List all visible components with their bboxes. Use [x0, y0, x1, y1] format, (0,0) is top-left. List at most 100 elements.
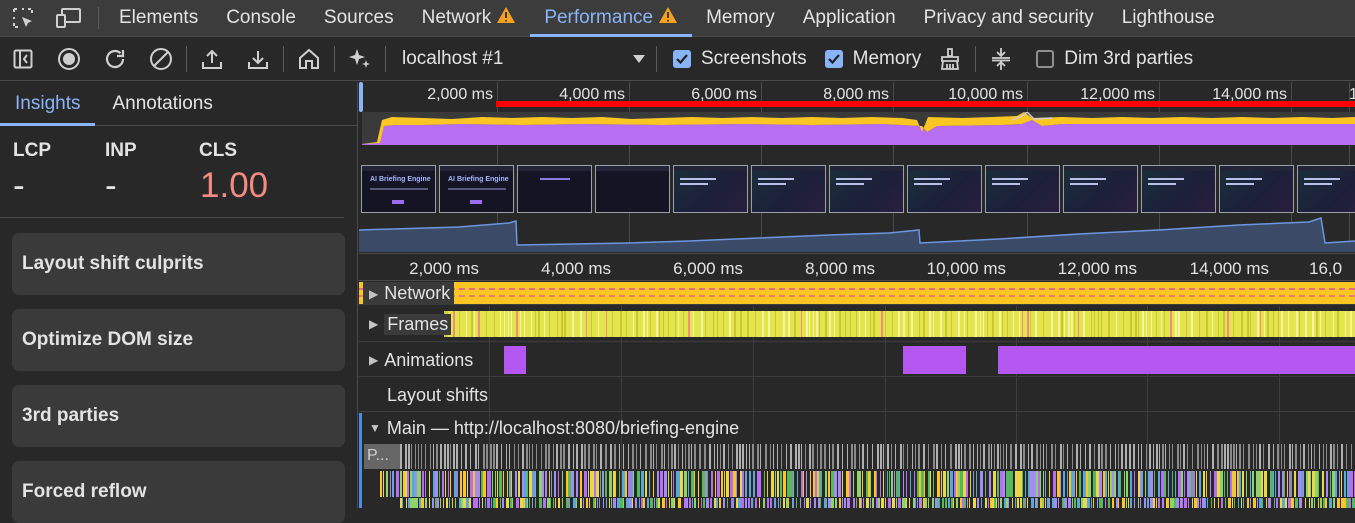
- flame-block: [828, 471, 830, 497]
- tab-console[interactable]: Console: [212, 0, 310, 36]
- cpu-chart[interactable]: [362, 110, 1355, 145]
- frames-bar[interactable]: [444, 311, 1355, 337]
- tab-privacy-and-security[interactable]: Privacy and security: [910, 0, 1108, 36]
- home-button[interactable]: [286, 38, 332, 81]
- animation-bar[interactable]: [504, 346, 526, 374]
- frame-marker: [471, 311, 473, 337]
- record-button[interactable]: [46, 38, 92, 81]
- inspect-element-icon[interactable]: [0, 0, 46, 36]
- screenshot-thumbnail[interactable]: [985, 165, 1060, 213]
- time-ruler[interactable]: 2,000 ms 4,000 ms 6,000 ms 8,000 ms 10,000 m…: [359, 253, 1355, 281]
- thumbnail-header: [440, 166, 513, 171]
- flame-block: [1154, 471, 1155, 497]
- flame-block: [650, 498, 653, 508]
- flame-block: [1102, 498, 1103, 508]
- flame-block: [439, 471, 440, 497]
- garbage-collect-button[interactable]: [927, 38, 973, 81]
- screenshot-thumbnail[interactable]: [751, 165, 826, 213]
- animations-track-header[interactable]: ▶ Animations: [369, 343, 473, 377]
- memory-checkbox[interactable]: Memory: [824, 48, 921, 70]
- task-label-block[interactable]: P...: [364, 444, 400, 469]
- flame-block: [583, 498, 584, 508]
- screenshot-thumbnail[interactable]: [1063, 165, 1138, 213]
- flame-block: [777, 471, 779, 497]
- checkbox-checked-icon[interactable]: [673, 50, 691, 68]
- frame-marker: [845, 311, 846, 337]
- frame-marker: [557, 311, 558, 337]
- overview-time-ticks: 2,000 ms 4,000 ms 6,000 ms 8,000 ms 10,000 m…: [359, 82, 1355, 112]
- tab-application[interactable]: Application: [789, 0, 910, 36]
- device-toolbar-icon[interactable]: [46, 0, 92, 36]
- tab-memory[interactable]: Memory: [692, 0, 789, 36]
- flame-block: [694, 471, 695, 497]
- checkbox-unchecked-icon[interactable]: [1036, 50, 1055, 68]
- tab-insights[interactable]: Insights: [0, 82, 96, 126]
- insight-optimize-dom-size[interactable]: Optimize DOM size: [12, 309, 345, 371]
- screenshot-thumbnail[interactable]: [829, 165, 904, 213]
- collapse-tracks-button[interactable]: [978, 38, 1024, 81]
- animation-bar[interactable]: [903, 346, 966, 374]
- tab-network[interactable]: Network: [408, 0, 531, 36]
- main-thread-header[interactable]: ▼ Main — http://localhost:8080/briefing-…: [359, 413, 1355, 443]
- memory-chart[interactable]: [359, 216, 1355, 252]
- frame-marker: [1135, 311, 1137, 337]
- tab-lighthouse[interactable]: Lighthouse: [1108, 0, 1229, 36]
- tab-sources[interactable]: Sources: [310, 0, 408, 36]
- flame-block: [773, 471, 774, 497]
- screenshot-thumbnail[interactable]: [907, 165, 982, 213]
- screenshot-thumbnail[interactable]: AI Briefing Engine: [361, 165, 436, 213]
- insight-forced-reflow[interactable]: Forced reflow: [12, 461, 345, 523]
- task-block: [556, 444, 558, 469]
- target-select[interactable]: localhost #1: [392, 38, 654, 81]
- checkbox-checked-icon[interactable]: [824, 50, 843, 68]
- screenshot-thumbnail[interactable]: [1141, 165, 1216, 213]
- flame-block: [1162, 498, 1164, 508]
- screenshot-thumbnail[interactable]: AI Briefing Engine: [439, 165, 514, 213]
- task-block: [619, 444, 620, 469]
- toggle-sidebar-button[interactable]: [0, 38, 46, 81]
- layout-shifts-track[interactable]: Layout shifts: [359, 378, 1355, 412]
- upload-profile-button[interactable]: [189, 38, 235, 81]
- main-thread-flame-chart-depth[interactable]: [400, 498, 1355, 508]
- cls-value[interactable]: 1.00: [200, 166, 268, 206]
- flame-block: [435, 471, 438, 497]
- flame-block: [1114, 471, 1116, 497]
- task-block: [736, 444, 738, 469]
- clear-button[interactable]: [138, 38, 184, 81]
- tab-elements[interactable]: Elements: [105, 0, 212, 36]
- task-block: [532, 444, 533, 469]
- frame-marker: [775, 311, 776, 337]
- task-block: [1207, 444, 1208, 469]
- flame-block: [543, 498, 546, 508]
- insight-layout-shift-culprits[interactable]: Layout shift culprits: [12, 233, 345, 295]
- tab-annotations[interactable]: Annotations: [95, 82, 227, 125]
- tab-performance[interactable]: Performance: [530, 0, 692, 37]
- screenshot-thumbnail[interactable]: [1219, 165, 1294, 213]
- insight-3rd-parties[interactable]: 3rd parties: [12, 385, 345, 447]
- network-track-header[interactable]: ▶ Network: [363, 282, 455, 305]
- screenshot-thumbnail[interactable]: [595, 165, 670, 213]
- flame-block: [749, 471, 751, 497]
- main-thread-title[interactable]: ▼ Main — http://localhost:8080/briefing-…: [369, 413, 739, 443]
- main-thread-tasks[interactable]: [400, 444, 1355, 469]
- network-track[interactable]: ▶ Network: [359, 282, 1355, 305]
- screenshot-thumbnail[interactable]: [673, 165, 748, 213]
- animations-track[interactable]: ▶ Animations: [359, 343, 1355, 377]
- animation-bar[interactable]: [998, 346, 1355, 374]
- flame-block: [997, 471, 999, 497]
- frames-track-header[interactable]: ▶ Frames: [369, 306, 452, 342]
- frames-track[interactable]: ▶ Frames: [359, 306, 1355, 342]
- flame-block: [478, 471, 480, 497]
- screenshots-checkbox[interactable]: Screenshots: [673, 48, 807, 70]
- screenshot-thumbnail[interactable]: [1297, 165, 1355, 213]
- flame-block: [1250, 498, 1251, 508]
- long-task-bar[interactable]: [496, 101, 1355, 107]
- download-profile-button[interactable]: [235, 38, 281, 81]
- main-thread-flame-chart[interactable]: [380, 471, 1355, 497]
- screenshot-thumbnail[interactable]: [517, 165, 592, 213]
- frame-marker: [933, 311, 934, 337]
- ai-sparkle-button[interactable]: [337, 38, 383, 81]
- reload-record-button[interactable]: [92, 38, 138, 81]
- dim-3rd-parties-checkbox[interactable]: Dim 3rd parties: [1036, 48, 1193, 70]
- flame-block: [506, 498, 509, 508]
